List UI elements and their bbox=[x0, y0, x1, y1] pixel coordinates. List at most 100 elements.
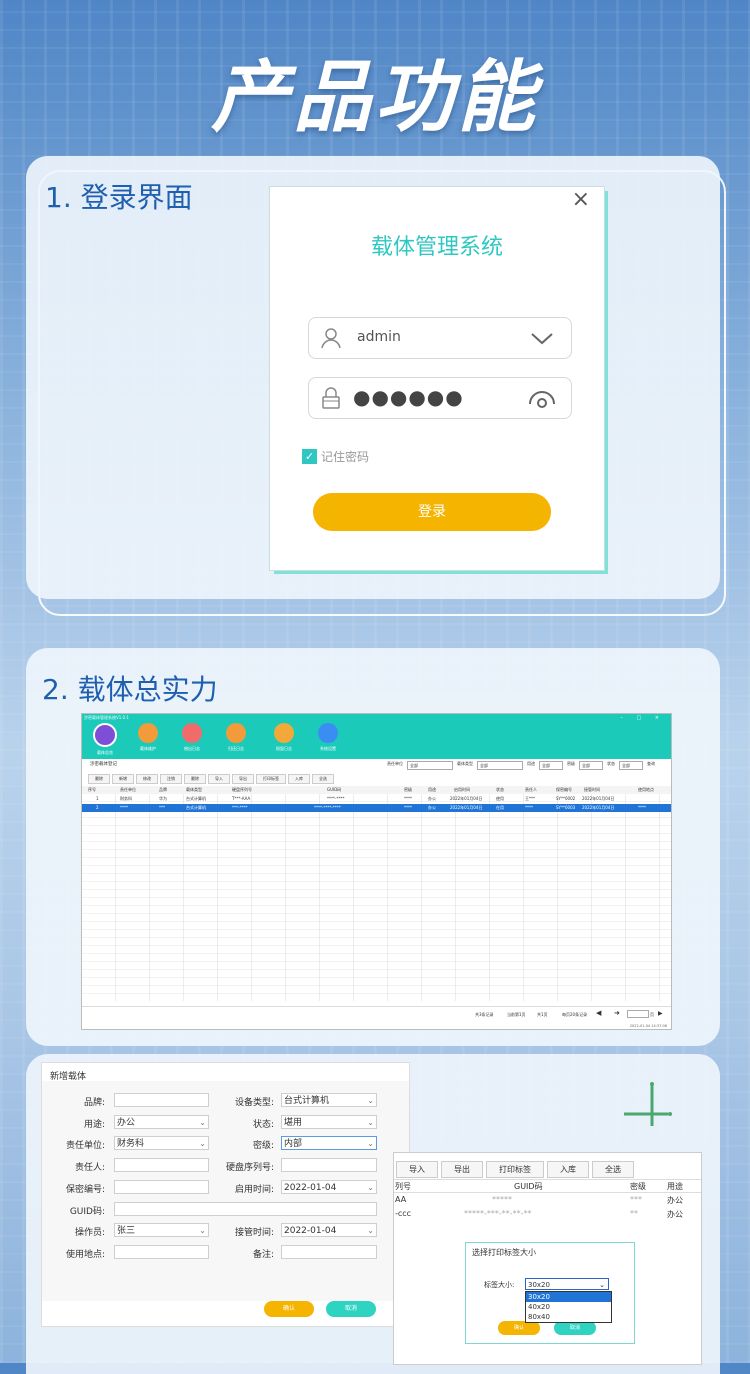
size-option[interactable]: 30x20 bbox=[526, 1292, 611, 1302]
chevron-down-icon: ⌄ bbox=[199, 1118, 206, 1127]
chevron-down-icon: ⌄ bbox=[367, 1183, 374, 1192]
send-icon bbox=[274, 723, 294, 743]
section-title-login: 1. 登录界面 bbox=[45, 181, 193, 214]
field-label: 保密编号: bbox=[65, 1185, 105, 1195]
table-header: 序号 责任单位 品牌 载体类型 硬盘序列号 GUID码 密级 用途 启用时间 状… bbox=[82, 786, 671, 794]
field-label: GUID码: bbox=[69, 1207, 105, 1217]
next-page-icon[interactable]: ➜ bbox=[614, 1009, 620, 1017]
toolbar-button[interactable]: 删除 bbox=[88, 774, 110, 784]
toolbar-button[interactable]: 导出 bbox=[441, 1161, 483, 1178]
toolbar-button[interactable]: 修改 bbox=[136, 774, 158, 784]
login-button[interactable]: 登录 bbox=[313, 493, 551, 531]
print-toolbar: 导入 导出 打印标签 入库 全选 bbox=[396, 1161, 634, 1178]
eye-icon[interactable] bbox=[529, 388, 555, 408]
password-field[interactable]: ●●●●●● bbox=[308, 377, 572, 419]
toolbar-button[interactable]: 新增 bbox=[112, 774, 134, 784]
footer-time: 2022-01-04 14:37:06 bbox=[629, 1024, 667, 1028]
chevron-down-icon: ⌄ bbox=[367, 1226, 374, 1235]
ribbon-item[interactable]: 载体总览 bbox=[85, 723, 125, 756]
dialog-title: 选择打印标签大小 bbox=[472, 1248, 536, 1257]
chevron-down-icon: ⌄ bbox=[367, 1139, 374, 1148]
table-row[interactable]: 1 财务科 华为 台式计算机 T***-AAA ****-**** **** 办… bbox=[82, 795, 671, 803]
filter-select[interactable]: 全部 bbox=[579, 761, 603, 770]
remember-password[interactable]: ✓ 记住密码 bbox=[302, 448, 369, 465]
last-page-icon[interactable]: ▶ bbox=[658, 1010, 663, 1017]
toolbar-button[interactable]: 导入 bbox=[396, 1161, 438, 1178]
close-icon[interactable]: × bbox=[572, 187, 590, 212]
guid-input[interactable] bbox=[114, 1202, 377, 1216]
username-value: admin bbox=[357, 329, 401, 345]
chevron-down-icon: ⌄ bbox=[599, 1281, 605, 1289]
secret-number-input[interactable] bbox=[114, 1180, 209, 1194]
document-icon bbox=[182, 723, 202, 743]
confirm-button[interactable]: 确认 bbox=[498, 1321, 540, 1335]
lock-icon bbox=[322, 387, 340, 409]
field-label: 备注: bbox=[252, 1250, 274, 1260]
toolbar-button[interactable]: 入库 bbox=[547, 1161, 589, 1178]
window-controls[interactable]: – □ × bbox=[620, 715, 665, 721]
usage-select[interactable]: 办公 ⌄ bbox=[114, 1115, 209, 1129]
remember-label: 记住密码 bbox=[321, 450, 370, 464]
toolbar-button[interactable]: 导入 bbox=[208, 774, 230, 784]
toolbar-button[interactable]: 删除 bbox=[184, 774, 206, 784]
page-input[interactable] bbox=[627, 1010, 649, 1018]
filter-select[interactable]: 全部 bbox=[477, 761, 523, 770]
username-field[interactable]: admin bbox=[308, 317, 572, 359]
field-label: 操作员: bbox=[74, 1228, 105, 1238]
window-title: 涉密载体管理系统V1.0.1 bbox=[84, 715, 129, 720]
brand-input[interactable] bbox=[114, 1093, 209, 1107]
size-options-list: 30x20 40x20 80x40 bbox=[525, 1291, 612, 1323]
size-select[interactable]: 30x20 ⌄ bbox=[525, 1278, 609, 1290]
cancel-button[interactable]: 取消 bbox=[326, 1301, 376, 1317]
chevron-down-icon: ⌄ bbox=[199, 1226, 206, 1235]
remark-input[interactable] bbox=[281, 1245, 377, 1259]
filter-select[interactable]: 全部 bbox=[407, 761, 453, 770]
toolbar-button[interactable]: 打印标签 bbox=[256, 774, 286, 784]
secrecy-select[interactable]: 内部 ⌄ bbox=[281, 1136, 377, 1150]
filter-bar: 责任单位 全部 载体类型 全部 用途 全部 密级 全部 状态 全部 查询 bbox=[387, 761, 655, 770]
prev-page-icon[interactable]: ◀ bbox=[596, 1009, 601, 1017]
ribbon-item[interactable]: 归还日志 bbox=[216, 723, 256, 752]
department-select[interactable]: 财务科 ⌄ bbox=[114, 1136, 209, 1150]
takeover-date-picker[interactable]: 2022-01-04 ⌄ bbox=[281, 1223, 377, 1237]
chevron-down-icon[interactable] bbox=[529, 328, 555, 348]
cancel-button[interactable]: 取消 bbox=[554, 1321, 596, 1335]
operator-select[interactable]: 张三 ⌄ bbox=[114, 1223, 209, 1237]
device-type-select[interactable]: 台式计算机 ⌄ bbox=[281, 1093, 377, 1107]
owner-input[interactable] bbox=[114, 1158, 209, 1172]
size-option[interactable]: 40x20 bbox=[526, 1302, 611, 1312]
ribbon-item[interactable]: 系统设置 bbox=[308, 723, 348, 752]
table-row[interactable]: -ccc *****-***-**-**-** ** 办公 bbox=[394, 1209, 701, 1221]
remember-checkbox[interactable]: ✓ bbox=[302, 449, 317, 464]
field-label: 设备类型: bbox=[234, 1098, 274, 1108]
toolbar-button[interactable]: 全选 bbox=[592, 1161, 634, 1178]
toolbar-button[interactable]: 入库 bbox=[288, 774, 310, 784]
table-row-selected[interactable]: 2 **** *** 台式计算机 ***-**** ****-****-****… bbox=[82, 804, 671, 812]
document-icon bbox=[226, 723, 246, 743]
toolbar-button[interactable]: 注销 bbox=[160, 774, 182, 784]
ribbon-item[interactable]: 载体维护 bbox=[128, 723, 168, 752]
size-option[interactable]: 80x40 bbox=[526, 1312, 611, 1322]
confirm-button[interactable]: 确认 bbox=[264, 1301, 314, 1317]
app-window: 涉密载体管理系统V1.0.1 – □ × 载体总览 载体维护 借出日志 归还日志… bbox=[81, 713, 672, 1030]
start-date-picker[interactable]: 2022-01-04 ⌄ bbox=[281, 1180, 377, 1194]
filter-select[interactable]: 全部 bbox=[539, 761, 563, 770]
table-row[interactable]: AA ***** *** 办公 bbox=[394, 1195, 701, 1207]
disk-serial-input[interactable] bbox=[281, 1158, 377, 1172]
chevron-down-icon: ⌄ bbox=[367, 1118, 374, 1127]
system-title: 载体管理系统 bbox=[370, 235, 503, 260]
location-input[interactable] bbox=[114, 1245, 209, 1259]
filter-select[interactable]: 全部 bbox=[619, 761, 643, 770]
status-select[interactable]: 堪用 ⌄ bbox=[281, 1115, 377, 1129]
search-button[interactable]: 查询 bbox=[647, 761, 655, 770]
new-carrier-dialog: 新增载体 品牌: 用途: 办公 ⌄ 责任单位: 财务科 ⌄ 责任人: 保密编号: G… bbox=[41, 1062, 410, 1327]
login-window: × 载体管理系统 admin ●●●●●● ✓ 记住密码 登录 bbox=[270, 187, 604, 570]
hero-title: 产品功能 bbox=[210, 53, 539, 143]
ribbon-item[interactable]: 借出日志 bbox=[172, 723, 212, 752]
toolbar-button[interactable]: 打印标签 bbox=[486, 1161, 544, 1178]
toolbar-button[interactable]: 导出 bbox=[232, 774, 254, 784]
toolbar-button[interactable]: 全选 bbox=[312, 774, 334, 784]
ribbon-item[interactable]: 损毁日志 bbox=[264, 723, 304, 752]
field-label: 硬盘序列号: bbox=[225, 1163, 274, 1173]
ribbon-bar: 涉密载体管理系统V1.0.1 – □ × 载体总览 载体维护 借出日志 归还日志… bbox=[82, 714, 671, 759]
